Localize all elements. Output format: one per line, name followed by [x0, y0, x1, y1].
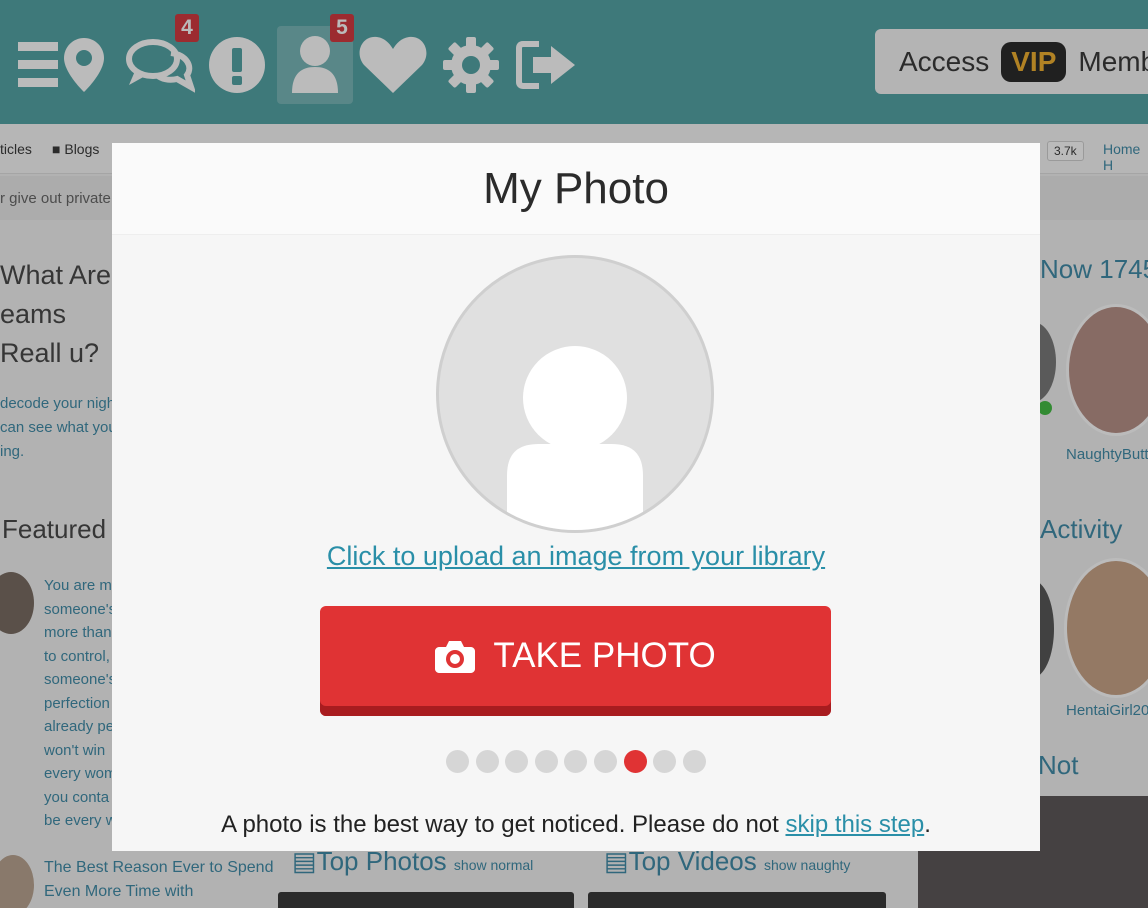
take-photo-button[interactable]: TAKE PHOTO	[320, 606, 831, 716]
progress-dot	[682, 750, 706, 773]
upload-image-link[interactable]: Click to upload an image from your libra…	[112, 541, 1040, 572]
progress-dot	[446, 750, 469, 773]
skip-step-link[interactable]: skip this step	[785, 811, 924, 838]
camera-icon	[435, 641, 476, 673]
avatar-silhouette-icon	[507, 346, 643, 530]
modal-title: My Photo	[483, 163, 669, 213]
progress-dot	[593, 750, 617, 773]
progress-dot	[653, 750, 677, 773]
progress-dot-active	[623, 750, 647, 773]
progress-dot	[505, 750, 529, 773]
progress-dot	[534, 750, 558, 773]
notice-text: A photo is the best way to get noticed. …	[112, 811, 1040, 839]
progress-dot	[564, 750, 588, 773]
progress-dots	[446, 750, 712, 773]
progress-dot	[475, 750, 499, 773]
take-photo-label: TAKE PHOTO	[493, 636, 716, 675]
notice-body: A photo is the best way to get noticed. …	[221, 811, 786, 838]
notice-end: .	[924, 811, 931, 838]
avatar-placeholder[interactable]	[436, 255, 714, 533]
modal-header: My Photo	[112, 143, 1040, 235]
my-photo-modal: My Photo Click to upload an image from y…	[112, 143, 1040, 851]
